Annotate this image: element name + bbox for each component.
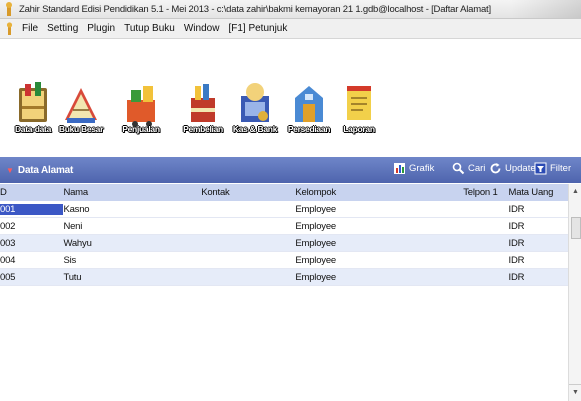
cell-nama[interactable]: Sis	[63, 255, 201, 266]
cari-button[interactable]: Cari	[452, 162, 485, 175]
cell-nama[interactable]: Kasno	[63, 204, 201, 215]
cell-nama[interactable]: Wahyu	[63, 238, 201, 249]
window-title-bar: Zahir Standard Edisi Pendidikan 5.1 - Me…	[0, 0, 581, 19]
cell-id[interactable]: 003	[0, 238, 63, 249]
panel-header: ▼ Data Alamat Grafik Cari Update Filter	[0, 157, 581, 183]
toolbar-buku-besar-button[interactable]: Buku Besar	[58, 72, 104, 134]
toolbar-label: Laporan	[343, 124, 375, 134]
laporan-icon	[347, 86, 371, 120]
scroll-up-arrow-icon[interactable]: ▲	[569, 184, 581, 198]
filter-icon	[534, 162, 547, 175]
title-bar-shade	[511, 0, 581, 18]
cell-kelompok[interactable]: Employee	[295, 272, 406, 283]
update-label: Update	[505, 163, 536, 174]
cell-mata-uang[interactable]: IDR	[504, 272, 568, 283]
kas-bank-icon	[241, 83, 269, 122]
cell-mata-uang[interactable]: IDR	[504, 238, 568, 249]
menu-plugin[interactable]: Plugin	[87, 23, 115, 34]
cell-id[interactable]: 004	[0, 255, 63, 266]
collapse-caret-icon[interactable]: ▼	[6, 166, 14, 175]
pembelian-icon	[191, 84, 215, 122]
scroll-thumb[interactable]	[571, 217, 581, 239]
zahir-menu-icon[interactable]	[5, 22, 14, 35]
buku-besar-icon	[65, 88, 97, 123]
column-header-kontak[interactable]: Kontak	[201, 187, 295, 198]
toolbar-label: Persediaan	[287, 124, 331, 134]
cell-mata-uang[interactable]: IDR	[504, 204, 568, 215]
cari-label: Cari	[468, 163, 486, 174]
toolbar-pembelian-button[interactable]: Pembelian	[180, 72, 226, 134]
menu-bar: File Setting Plugin Tutup Buku Window [F…	[0, 19, 581, 39]
cell-kelompok[interactable]: Employee	[295, 255, 406, 266]
toolbar-label: Pembelian	[183, 124, 223, 134]
filter-button[interactable]: Filter	[534, 162, 571, 175]
cell-kelompok[interactable]: Employee	[295, 221, 406, 232]
filter-label: Filter	[550, 163, 572, 174]
toolbar-persediaan-button[interactable]: Persediaan	[286, 72, 332, 134]
address-table: D Nama Kontak Kelompok Telpon 1 Mata Uan…	[0, 184, 568, 286]
toolbar-laporan-button[interactable]: Laporan	[336, 72, 382, 134]
chart-icon	[394, 163, 405, 174]
cell-nama[interactable]: Tutu	[63, 272, 201, 283]
table-row[interactable]: 003 Wahyu Employee IDR	[0, 235, 568, 252]
toolbar-data-data-button[interactable]: Data-data	[10, 72, 56, 134]
table-row[interactable]: 005 Tutu Employee IDR	[0, 269, 568, 286]
column-header-kelompok[interactable]: Kelompok	[295, 187, 406, 198]
menu-help[interactable]: [F1] Petunjuk	[228, 23, 287, 34]
menu-file[interactable]: File	[22, 23, 38, 34]
menu-window[interactable]: Window	[184, 23, 220, 34]
data-data-icon	[19, 82, 47, 122]
table-header-row: D Nama Kontak Kelompok Telpon 1 Mata Uan…	[0, 184, 568, 201]
penjualan-icon	[127, 86, 155, 127]
update-button[interactable]: Update	[489, 162, 536, 175]
cell-nama[interactable]: Neni	[63, 221, 201, 232]
cell-mata-uang[interactable]: IDR	[504, 255, 568, 266]
grafik-button[interactable]: Grafik	[393, 162, 434, 175]
toolbar-label: Data-data	[14, 124, 52, 134]
cell-kelompok[interactable]: Employee	[295, 204, 406, 215]
vertical-scrollbar[interactable]: ▲ ▼	[568, 184, 581, 401]
cell-mata-uang[interactable]: IDR	[504, 221, 568, 232]
scroll-down-arrow-icon[interactable]: ▼	[569, 384, 581, 399]
panel-title: Data Alamat	[17, 164, 74, 176]
cell-id[interactable]: 001	[0, 203, 64, 215]
cell-id[interactable]: 002	[0, 221, 63, 232]
column-header-id[interactable]: D	[0, 187, 63, 198]
table-row[interactable]: 002 Neni Employee IDR	[0, 218, 568, 235]
column-header-mata-uang[interactable]: Mata Uang	[504, 187, 568, 198]
cell-kelompok[interactable]: Employee	[295, 238, 406, 249]
module-toolbar: Data-data Buku Besar Penjualan Pembelian	[0, 39, 581, 145]
search-icon	[452, 162, 465, 175]
grafik-label: Grafik	[409, 163, 435, 174]
column-header-telpon[interactable]: Telpon 1	[406, 187, 503, 198]
cell-id[interactable]: 005	[0, 272, 63, 283]
table-row[interactable]: 001 Kasno Employee IDR	[0, 201, 568, 218]
persediaan-icon	[295, 86, 323, 122]
column-header-nama[interactable]: Nama	[63, 187, 201, 198]
window-title: Zahir Standard Edisi Pendidikan 5.1 - Me…	[19, 3, 491, 15]
toolbar-label: Buku Besar	[58, 124, 104, 134]
toolbar-label: Kas & Bank	[232, 124, 278, 134]
toolbar-penjualan-button[interactable]: Penjualan	[118, 72, 164, 134]
menu-tutup-buku[interactable]: Tutup Buku	[124, 23, 175, 34]
refresh-icon	[490, 163, 501, 174]
zahir-app-icon	[6, 2, 12, 16]
table-row[interactable]: 004 Sis Employee IDR	[0, 252, 568, 269]
menu-setting[interactable]: Setting	[47, 23, 78, 34]
toolbar-kas-bank-button[interactable]: Kas & Bank	[232, 72, 278, 134]
toolbar-label: Penjualan	[122, 124, 160, 134]
